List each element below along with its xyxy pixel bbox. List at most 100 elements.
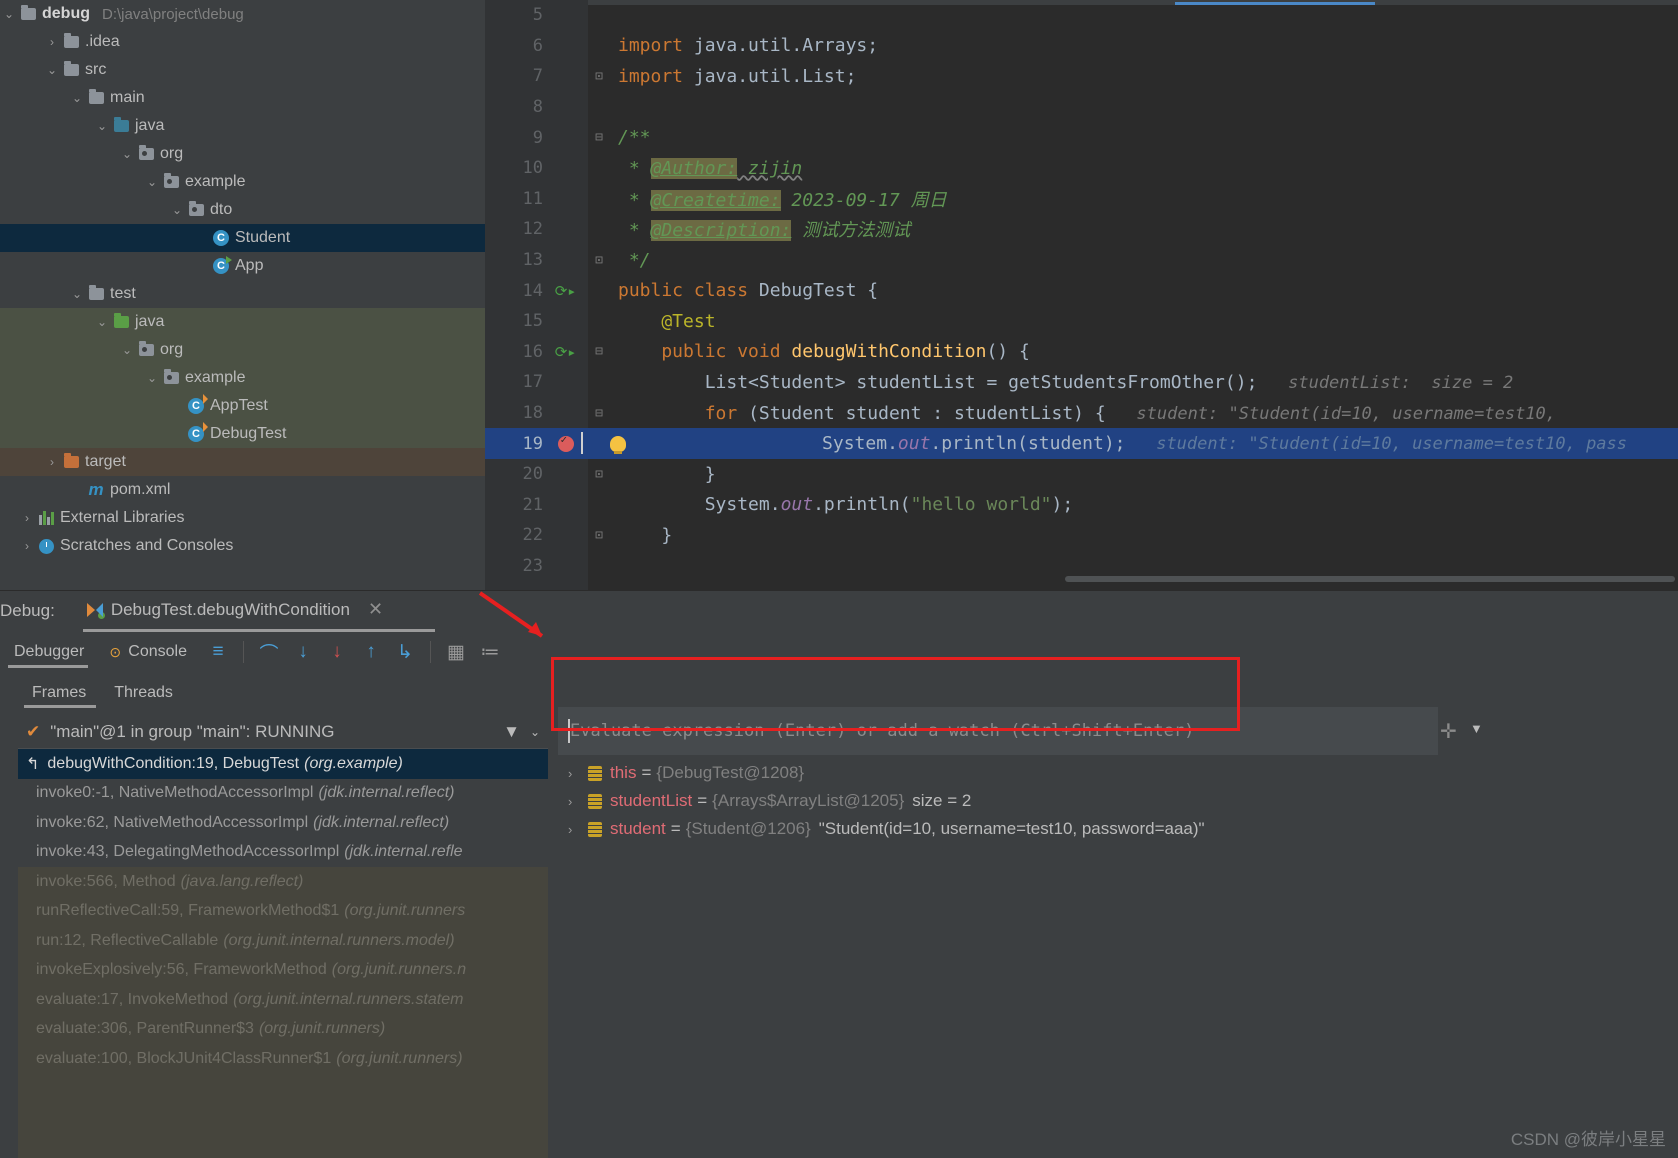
force-step-into-icon[interactable]: ↓ (320, 641, 354, 663)
frame-row[interactable]: invoke:43, DelegatingMethodAccessorImpl(… (18, 838, 548, 868)
tree-row-java[interactable]: ⌄ java (0, 308, 485, 336)
code-line-18[interactable]: 18 ⊟ for (Student student : studentList) … (485, 398, 1678, 429)
code-line-12[interactable]: 12 * @Description: 测试方法测试 (485, 214, 1678, 245)
code-line-10[interactable]: 10 * @Author: zijin (485, 153, 1678, 184)
code-line-6[interactable]: 6 import java.util.Arrays; (485, 31, 1678, 62)
chevron-down-icon[interactable]: ⌄ (93, 119, 111, 133)
thread-row[interactable]: ✔ "main"@1 in group "main": RUNNING ▼ ⌄ (18, 715, 548, 749)
code-editor[interactable]: 5 6 import java.util.Arrays; 7 ⊡ import java.… (485, 0, 1678, 590)
chevron-down-icon[interactable]: ⌄ (68, 287, 86, 301)
tree-row-app[interactable]: C App (0, 252, 485, 280)
tree-row-org[interactable]: ⌄ org (0, 140, 485, 168)
chevron-right-icon[interactable]: › (43, 35, 61, 49)
tree-row-example[interactable]: ⌄ example (0, 168, 485, 196)
subtab-threads[interactable]: Threads (100, 684, 187, 702)
chevron-right-icon[interactable]: › (568, 822, 588, 837)
frame-row[interactable]: run:12, ReflectiveCallable (org.junit.int… (18, 926, 548, 956)
frames-threads-subtabs[interactable]: Frames Threads (18, 675, 548, 711)
fold-marker[interactable]: ⊡ (588, 528, 610, 543)
fold-marker[interactable]: ⊡ (588, 467, 610, 482)
frame-row[interactable]: invoke0:-1, NativeMethodAccessorImpl (jdk… (18, 779, 548, 809)
code-line-9[interactable]: 9 ⊟ /** (485, 122, 1678, 153)
variable-row[interactable]: › student = {Student@1206} "Student(id=10, u… (558, 815, 1478, 843)
breakpoint-icon[interactable] (557, 433, 574, 452)
code-line-5[interactable]: 5 (485, 0, 1678, 31)
frame-row[interactable]: invoke:62, NativeMethodAccessorImpl (jdk.… (18, 808, 548, 838)
frame-row[interactable]: runReflectiveCall:59, FrameworkMethod$1(… (18, 897, 548, 927)
variables-panel[interactable]: Evaluate expression (Enter) or add a wat… (550, 699, 1490, 1158)
step-out-icon[interactable]: ↑ (354, 641, 388, 663)
fold-marker[interactable]: ⊟ (588, 344, 610, 359)
close-icon[interactable]: ✕ (368, 599, 383, 620)
chevron-right-icon[interactable]: › (568, 766, 588, 781)
project-tool-window[interactable]: ⌄ debug D:\java\project\debug › .idea ⌄ src… (0, 0, 485, 590)
frame-row[interactable]: invoke:566, Method (java.lang.reflect) (18, 867, 548, 897)
frames-panel[interactable]: ✔ "main"@1 in group "main": RUNNING ▼ ⌄ … (18, 715, 548, 1158)
fold-marker[interactable]: ⊟ (588, 130, 610, 145)
tree-row-pom-xml[interactable]: m pom.xml (0, 476, 485, 504)
editor-horizontal-scrollbar[interactable] (1065, 576, 1675, 582)
layout-settings-icon[interactable]: ≔ (473, 641, 507, 664)
code-line-21[interactable]: 21 System.out.println("hello world"); (485, 490, 1678, 521)
debugger-toolbar[interactable]: Debugger ⊙ Console ≡ ⌒ ↓ ↓ ↑ ↳ ▦ ≔ (0, 631, 1678, 673)
chevron-down-icon[interactable]: ⌄ (530, 725, 548, 739)
tree-row--idea[interactable]: › .idea (0, 28, 485, 56)
debug-session-tab[interactable]: DebugTest.debugWithCondition ✕ (82, 599, 436, 632)
run-test-gutter-icon[interactable]: ⟳▸ (555, 343, 577, 361)
run-to-cursor-icon[interactable]: ↳ (388, 641, 422, 664)
subtab-frames[interactable]: Frames (18, 684, 100, 708)
chevron-right-icon[interactable]: › (18, 511, 36, 525)
tree-row-dto[interactable]: ⌄ dto (0, 196, 485, 224)
frame-row[interactable]: invokeExplosively:56, FrameworkMethod (or… (18, 956, 548, 986)
evaluate-expression-input[interactable]: Evaluate expression (Enter) or add a wat… (558, 707, 1438, 755)
chevron-right-icon[interactable]: › (18, 539, 36, 553)
chevron-down-icon[interactable]: ⌄ (0, 7, 18, 21)
fold-marker[interactable]: ⊡ (588, 253, 610, 268)
filter-icon[interactable]: ▼ (503, 722, 530, 742)
tree-row-project-root[interactable]: ⌄ debug D:\java\project\debug (0, 0, 485, 28)
chevron-down-icon[interactable]: ⌄ (143, 371, 161, 385)
code-line-11[interactable]: 11 * @Createtime: 2023-09-17 周日 (485, 184, 1678, 215)
tree-row-student[interactable]: C Student (0, 224, 485, 252)
evaluate-expression-icon[interactable]: ▦ (439, 641, 473, 664)
intention-bulb-icon[interactable] (610, 435, 626, 454)
chevron-down-icon[interactable]: ⌄ (93, 315, 111, 329)
fold-marker[interactable]: ⊟ (588, 406, 610, 421)
tree-row-src[interactable]: ⌄ src (0, 56, 485, 84)
variable-row[interactable]: › this = {DebugTest@1208} (558, 759, 1478, 787)
frame-row[interactable]: evaluate:17, InvokeMethod (org.junit.inte… (18, 985, 548, 1015)
chevron-down-icon[interactable]: ⌄ (43, 63, 61, 77)
chevron-down-icon[interactable]: ⌄ (118, 343, 136, 357)
tree-row-debugtest[interactable]: C DebugTest (0, 420, 485, 448)
step-into-icon[interactable]: ↓ (286, 641, 320, 663)
code-line-20[interactable]: 20 ⊡ } (485, 459, 1678, 490)
chevron-down-icon[interactable]: ⌄ (143, 175, 161, 189)
tree-row-scratches-and-consoles[interactable]: › Scratches and Consoles (0, 532, 485, 560)
tree-row-target[interactable]: › target (0, 448, 485, 476)
tree-row-apptest[interactable]: C AppTest (0, 392, 485, 420)
code-line-14[interactable]: 14 ⟳▸ public class DebugTest { (485, 275, 1678, 306)
tree-row-org[interactable]: ⌄ org (0, 336, 485, 364)
tree-row-java[interactable]: ⌄ java (0, 112, 485, 140)
fold-marker[interactable]: ⊡ (588, 69, 610, 84)
code-line-19[interactable]: 19 System.out.println(student); student:… (485, 428, 1678, 459)
tab-console[interactable]: Console (114, 643, 201, 661)
debug-tool-window[interactable]: Debug: DebugTest.debugWithCondition ✕ De… (0, 590, 1678, 1158)
chevron-down-icon[interactable]: ⌄ (118, 147, 136, 161)
code-line-8[interactable]: 8 (485, 92, 1678, 123)
code-line-15[interactable]: 15 @Test (485, 306, 1678, 337)
code-lines[interactable]: 5 6 import java.util.Arrays; 7 ⊡ import java.… (485, 0, 1678, 590)
code-line-13[interactable]: 13 ⊡ */ (485, 245, 1678, 276)
tab-debugger[interactable]: Debugger (0, 643, 98, 668)
code-line-16[interactable]: 16 ⟳▸ ⊟ public void debugWithCondition() { (485, 337, 1678, 368)
chevron-right-icon[interactable]: › (43, 455, 61, 469)
frame-row[interactable]: ↰ debugWithCondition:19, DebugTest (org.ex… (18, 749, 548, 779)
code-line-7[interactable]: 7 ⊡ import java.util.List; (485, 61, 1678, 92)
chevron-down-icon[interactable]: ▼ (1470, 721, 1483, 736)
run-test-gutter-icon[interactable]: ⟳▸ (555, 282, 577, 300)
variable-row[interactable]: › studentList = {Arrays$ArrayList@1205} size… (558, 787, 1478, 815)
code-line-22[interactable]: 22 ⊡ } (485, 520, 1678, 551)
tree-row-main[interactable]: ⌄ main (0, 84, 485, 112)
step-over-icon[interactable]: ⌒ (252, 639, 286, 666)
tree-row-example[interactable]: ⌄ example (0, 364, 485, 392)
